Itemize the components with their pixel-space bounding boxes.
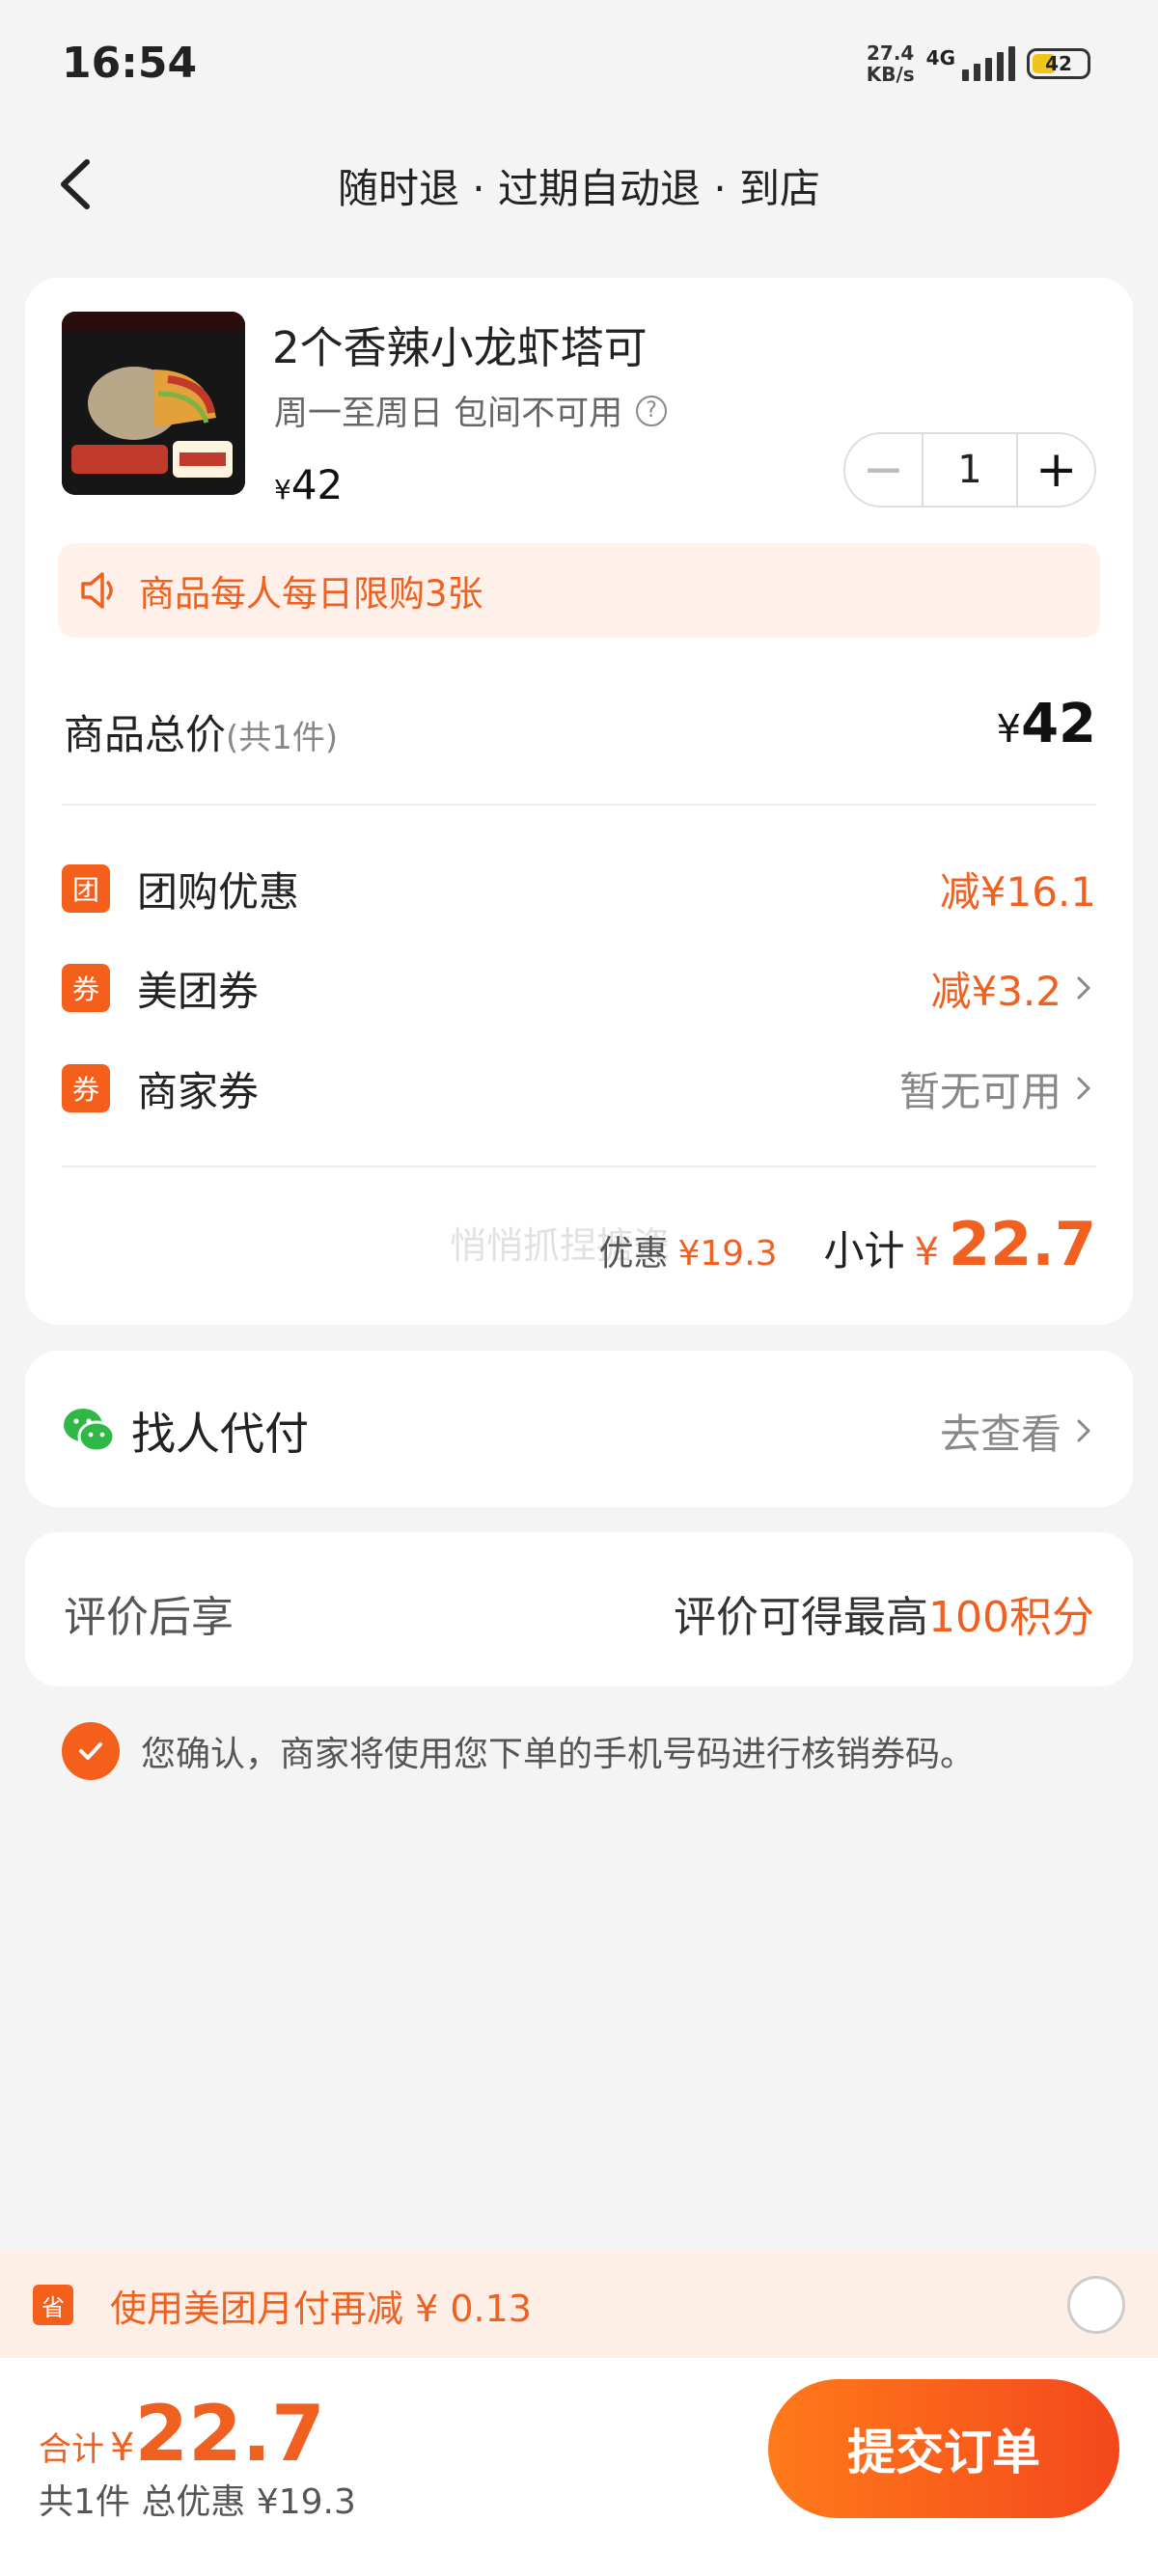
review-points: 评价可得最高100积分 [674,1593,1094,1642]
quantity-value[interactable]: 1 [921,434,1019,506]
decrease-button[interactable]: − [845,434,922,506]
review-card: 评价后享 评价可得最高100积分 [25,1532,1133,1686]
discount-row-meituan-coupon[interactable]: 券 美团券 减¥3.2 [62,959,1096,1017]
total-detail: 共1件 总优惠 ¥19.3 [39,2482,356,2522]
status-indicators: 27.4 KB/s 4G 42 [867,42,1090,85]
chevron-right-icon [1077,1419,1090,1442]
review-label: 评价后享 [64,1593,234,1642]
product-subtitle: 周一至周日 包间不可用 ? [274,386,668,435]
group-badge-icon: 团 [62,864,110,913]
subtotal: 优惠 ¥19.3 小计 ¥ 22.7 [598,1209,1096,1279]
subtotal-value: 22.7 [949,1209,1096,1279]
promo-radio[interactable] [1067,2276,1125,2334]
page-title: 随时退 · 过期自动退 · 到店 [337,165,821,212]
coupon-badge-icon: 券 [62,964,110,1012]
discount-row-merchant-coupon[interactable]: 券 商家券 暂无可用 [62,1059,1096,1117]
submit-order-button[interactable]: 提交订单 [768,2379,1119,2518]
limit-notice: 商品每人每日限购3张 [58,543,1100,638]
total-label: 商品总价(共1件) [64,711,339,758]
monthly-pay-promo[interactable]: 省 使用美团月付再减 ¥ 0.13 [0,2252,1158,2358]
phone-confirm[interactable]: 您确认，商家将使用您下单的手机号码进行核销券码。 [62,1722,975,1780]
increase-button[interactable]: + [1018,434,1094,506]
view-link[interactable]: 去查看 [940,1402,1096,1461]
speaker-icon [81,572,113,609]
quantity-stepper: − 1 + [843,432,1096,507]
order-card: 2个香辣小龙虾塔可 周一至周日 包间不可用 ? ¥42 − 1 + 商品每人每日… [25,278,1133,1325]
divider [62,804,1096,806]
chevron-right-icon [1077,1077,1090,1100]
grand-total: 合计 ¥ 22.7 [39,2389,325,2479]
wechat-icon [64,1409,116,1453]
product-name: 2个香辣小龙虾塔可 [272,322,648,373]
coupon-badge-icon: 券 [62,1064,110,1112]
help-icon[interactable]: ? [636,395,668,426]
checkmark-icon[interactable] [62,1722,120,1780]
chevron-left-icon [61,159,90,209]
nav-bar: 随时退 · 过期自动退 · 到店 [0,145,1158,224]
divider [62,1165,1096,1167]
discount-row-group: 团 团购优惠 减¥16.1 [62,860,1096,918]
save-icon: 省 [33,2285,73,2325]
network-speed: 27.4 KB/s [866,41,915,86]
checkout-footer: 合计 ¥ 22.7 共1件 总优惠 ¥19.3 提交订单 [0,2358,1158,2576]
product-image[interactable] [62,312,245,495]
back-button[interactable] [54,158,100,210]
battery-icon: 42 [1027,48,1090,79]
status-time: 16:54 [62,39,198,88]
pay-for-me-card[interactable]: 找人代付 去查看 [25,1351,1133,1507]
product-price: ¥42 [274,461,344,508]
discount-value: 减¥16.1 [939,867,1096,916]
discount-value: 减¥3.2 [930,959,1096,1018]
discount-value: 暂无可用 [899,1059,1096,1118]
signal-icon: 4G [926,46,1015,81]
total-price: ¥42 [996,693,1096,755]
chevron-right-icon [1077,976,1090,1000]
